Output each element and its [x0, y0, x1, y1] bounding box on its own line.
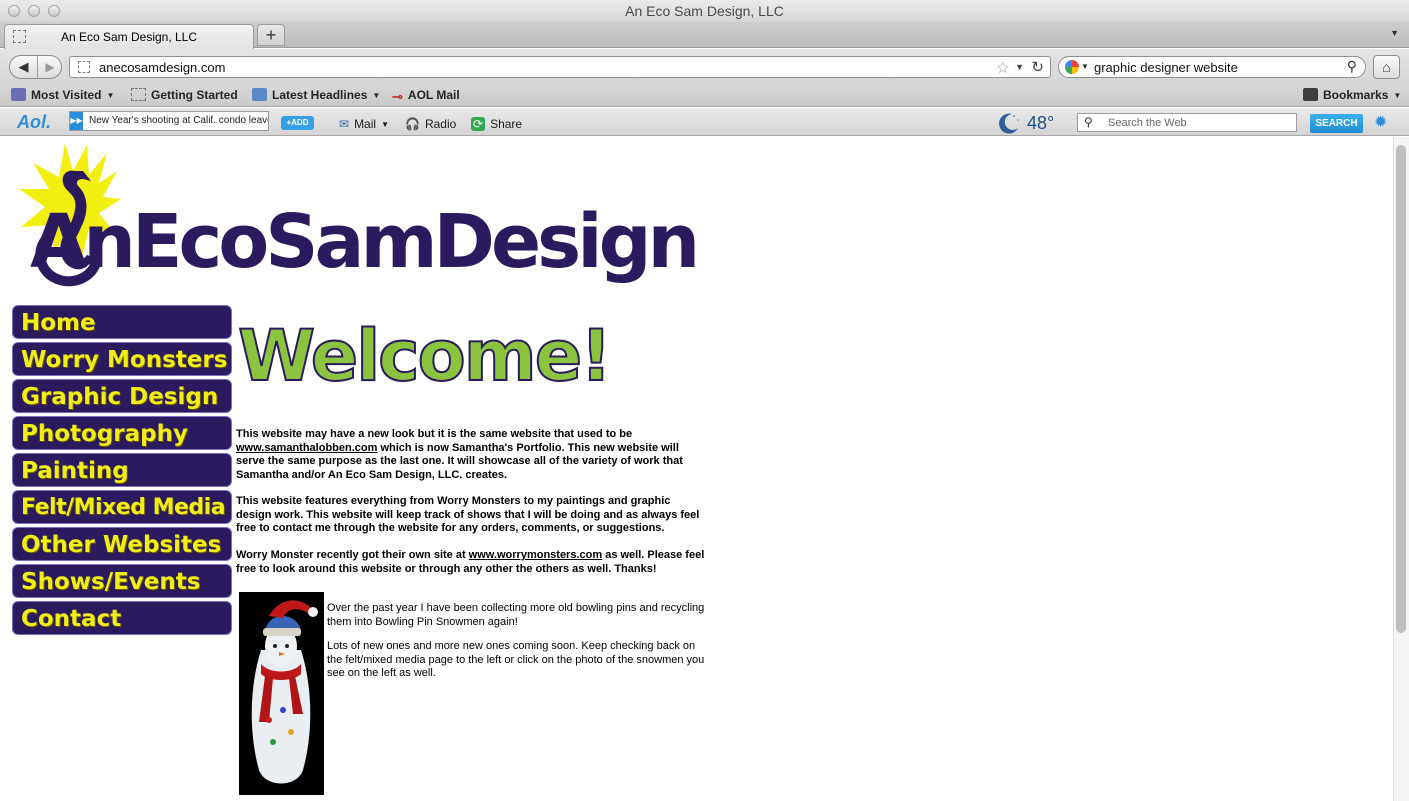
tab-strip: An Eco Sam Design, LLC + ▼	[0, 22, 1409, 49]
weather-temperature[interactable]: 48°	[1027, 113, 1054, 134]
address-bar[interactable]: anecosamdesign.com ☆ ▼ ↻	[69, 56, 1051, 78]
share-icon: ⟳	[471, 117, 486, 131]
chevron-down-icon: ▼	[1393, 91, 1402, 100]
site-identity-icon	[78, 61, 90, 73]
aol-toolbar: Aol. ▶▶ New Year's shooting at Calif. co…	[0, 108, 1409, 136]
snowmen-paragraph-1: Over the past year I have been collectin…	[327, 602, 705, 628]
back-forward-group: ◀ ▶	[9, 55, 62, 79]
web-search-button[interactable]: SEARCH	[1310, 114, 1363, 133]
features-paragraph: This website features everything from Wo…	[236, 495, 700, 534]
bookmarks-menu[interactable]: Bookmarks ▼	[1303, 88, 1401, 102]
nav-graphic-design[interactable]: Graphic Design	[12, 379, 232, 413]
bookmarks-toolbar: Most Visited ▼ Getting Started Latest Hea…	[0, 85, 1409, 107]
aol-logo[interactable]: Aol.	[17, 112, 51, 133]
tab-title: An Eco Sam Design, LLC	[60, 30, 198, 44]
window-title: An Eco Sam Design, LLC	[625, 3, 784, 19]
samanthalobben-link[interactable]: www.samanthalobben.com	[236, 442, 377, 454]
add-button[interactable]: +ADD	[281, 116, 314, 130]
navigation-toolbar: ◀ ▶ anecosamdesign.com ☆ ▼ ↻ ▼ graphic d…	[0, 49, 1409, 85]
search-icon[interactable]: ⚲	[1347, 58, 1357, 75]
nav-contact[interactable]: Contact	[12, 601, 232, 635]
rss-feed-icon	[252, 88, 267, 101]
chevron-down-icon: ▼	[372, 91, 381, 100]
home-icon: ⌂	[1382, 59, 1391, 75]
worry-monster-paragraph: Worry Monster recently got their own sit…	[236, 549, 705, 575]
bookmark-latest-headlines[interactable]: Latest Headlines ▼	[252, 88, 380, 102]
reload-icon[interactable]: ↻	[1031, 58, 1044, 76]
headphones-icon: 🎧	[405, 117, 420, 131]
web-search-field[interactable]: ⚲ Search the Web	[1077, 113, 1297, 132]
ticker-forward-icon[interactable]: ▶▶	[70, 112, 83, 130]
nav-shows-events[interactable]: Shows/Events	[12, 564, 232, 598]
tab-active[interactable]: An Eco Sam Design, LLC	[4, 24, 254, 49]
engine-dropdown-icon[interactable]: ▼	[1081, 62, 1089, 71]
back-button[interactable]: ◀	[10, 56, 38, 78]
site-nav-menu: Home Worry Monsters Graphic Design Photo…	[12, 305, 232, 638]
headline-ticker[interactable]: ▶▶ New Year's shooting at Calif. condo l…	[69, 111, 269, 131]
envelope-icon: ✉	[339, 117, 350, 131]
nav-home[interactable]: Home	[12, 305, 232, 339]
worrymonsters-link[interactable]: www.worrymonsters.com	[469, 549, 602, 561]
site-logo-text: AnEcoSamDesign	[30, 199, 700, 285]
aol-mail-button[interactable]: ✉ Mail ▼	[339, 117, 389, 131]
search-input[interactable]: graphic designer website	[1094, 60, 1238, 75]
intro-paragraph: This website may have a new look but it …	[236, 428, 683, 481]
search-icon: ⚲	[1084, 115, 1093, 129]
moon-weather-icon[interactable]	[997, 111, 1021, 135]
aol-radio-button[interactable]: 🎧 Radio	[405, 117, 456, 131]
vertical-scrollbar-thumb[interactable]	[1396, 145, 1406, 633]
forward-arrow-icon: ▶	[45, 60, 55, 74]
aol-share-button[interactable]: ⟳ Share	[471, 117, 522, 131]
key-icon: ⊸	[392, 89, 403, 104]
back-arrow-icon: ◀	[18, 59, 29, 74]
bookmark-aol-mail[interactable]: ⊸ AOL Mail	[392, 88, 460, 105]
bookmark-getting-started[interactable]: Getting Started	[131, 88, 238, 102]
history-dropdown-icon[interactable]: ▼	[1015, 62, 1024, 72]
gear-icon[interactable]: ✹	[1374, 112, 1387, 132]
folder-icon	[11, 88, 26, 101]
bookmark-star-icon[interactable]: ☆	[996, 58, 1010, 78]
nav-felt-mixed-media[interactable]: Felt/Mixed Media	[12, 490, 232, 524]
search-bar[interactable]: ▼ graphic designer website ⚲	[1058, 56, 1366, 78]
welcome-heading: Welcome!	[237, 314, 613, 398]
snowmen-paragraph-2: Lots of new ones and more new ones comin…	[327, 640, 705, 679]
page-icon	[131, 88, 146, 101]
bookmark-most-visited[interactable]: Most Visited ▼	[11, 88, 114, 102]
nav-other-websites[interactable]: Other Websites	[12, 527, 232, 561]
address-input[interactable]: anecosamdesign.com	[99, 60, 225, 75]
web-page: AnEcoSamDesign Home Worry Monsters Graph…	[0, 137, 1393, 801]
snowman-photo[interactable]	[239, 592, 324, 795]
bookmarks-star-icon	[1303, 88, 1318, 101]
nav-painting[interactable]: Painting	[12, 453, 232, 487]
window-titlebar: An Eco Sam Design, LLC	[0, 0, 1409, 22]
google-engine-icon[interactable]	[1065, 60, 1079, 74]
home-button[interactable]: ⌂	[1373, 55, 1400, 79]
chevron-down-icon[interactable]: ▼	[381, 120, 389, 129]
nav-photography[interactable]: Photography	[12, 416, 232, 450]
nav-worry-monsters[interactable]: Worry Monsters	[12, 342, 232, 376]
new-tab-button[interactable]: +	[257, 24, 285, 46]
ticker-headline[interactable]: New Year's shooting at Calif. condo leav…	[89, 115, 268, 126]
forward-button[interactable]: ▶	[39, 56, 61, 78]
web-search-placeholder: Search the Web	[1108, 117, 1187, 129]
tab-list-arrow-icon[interactable]: ▼	[1390, 28, 1399, 38]
chevron-down-icon: ▼	[106, 91, 115, 100]
